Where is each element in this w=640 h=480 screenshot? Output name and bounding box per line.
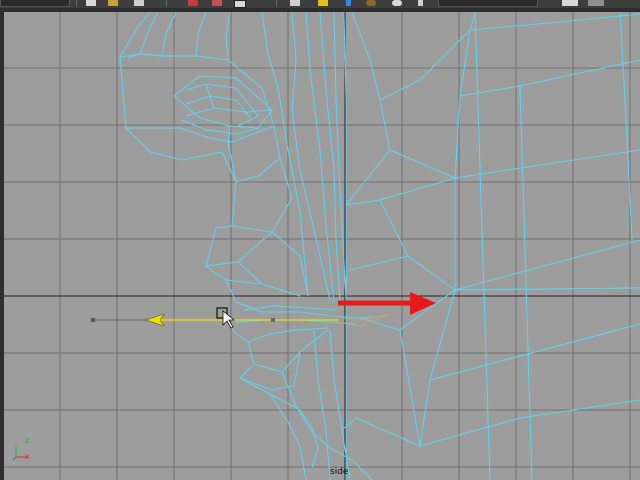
viewport-camera-label: side [330,467,349,477]
dropdown-icon[interactable] [418,0,423,6]
rotate-tool-icon[interactable] [234,0,246,8]
toolbar-divider [76,0,77,7]
grid [4,12,640,480]
axis-x-label: x [25,452,30,461]
snap-grid-icon[interactable] [290,0,300,6]
input-field[interactable] [438,0,538,7]
file-new-icon[interactable] [86,0,96,6]
maya-window: z x side [0,0,640,480]
panel-toggle-icon[interactable] [562,0,578,6]
toolbar-divider [166,0,167,7]
panel-toggle-icon[interactable] [588,0,604,6]
save-icon[interactable] [134,0,144,6]
toolbar-divider [276,0,277,7]
render-icon[interactable] [366,0,376,6]
mode-selector[interactable] [0,0,70,7]
folder-open-icon[interactable] [108,0,118,6]
annotation-arrow [338,292,436,315]
select-tool-icon[interactable] [188,0,198,6]
snap-curve-icon[interactable] [318,0,328,6]
viewport-scene[interactable] [4,12,640,480]
move-manipulator[interactable] [91,307,338,329]
sphere-icon[interactable] [392,0,402,6]
axis-z-label: z [25,436,30,445]
side-viewport[interactable] [4,12,640,480]
snap-point-icon[interactable] [346,0,351,6]
move-tool-icon[interactable] [212,0,222,6]
